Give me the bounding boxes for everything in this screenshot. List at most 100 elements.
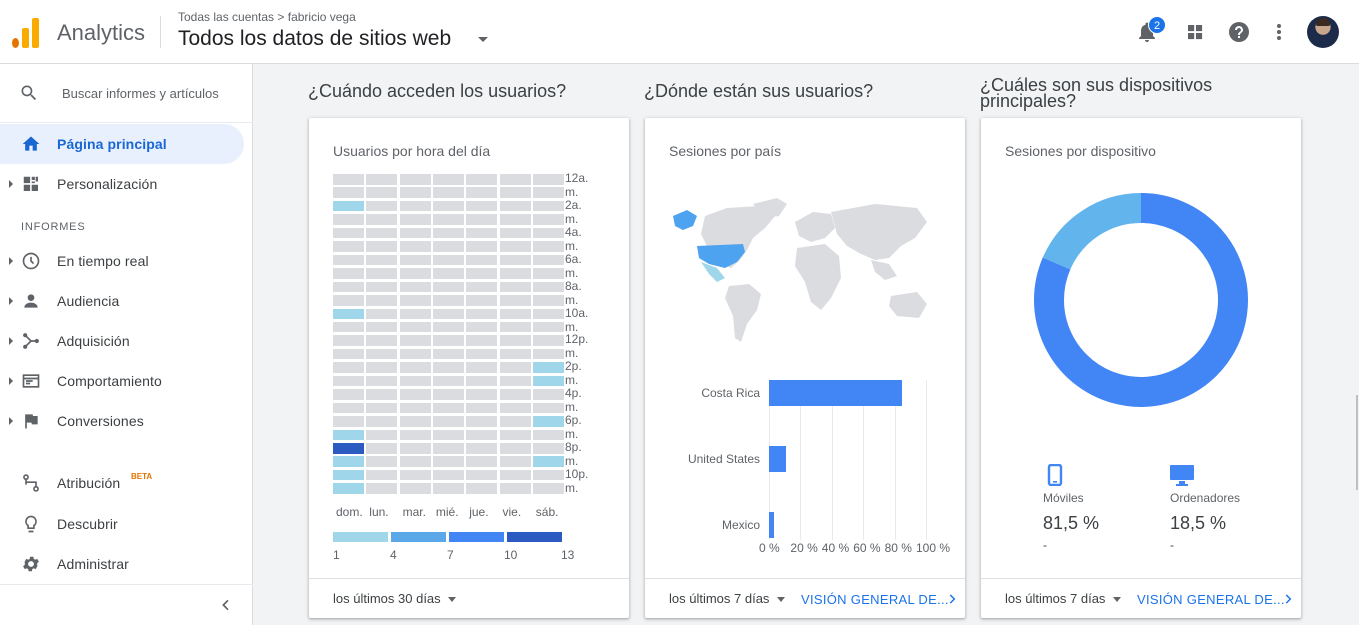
heatmap-cell[interactable] <box>333 200 364 212</box>
sidebar-item-home[interactable]: Página principal <box>0 124 244 164</box>
heatmap-cell[interactable] <box>532 214 564 225</box>
heatmap-cell[interactable] <box>399 483 431 494</box>
heatmap-cell[interactable] <box>532 402 564 414</box>
heatmap-cell[interactable] <box>333 227 364 239</box>
heatmap-cell[interactable] <box>432 295 464 306</box>
heatmap-cell[interactable] <box>466 227 498 239</box>
heatmap-cell[interactable] <box>399 268 431 279</box>
heatmap-cell[interactable] <box>366 362 398 373</box>
heatmap-cell[interactable] <box>466 174 498 185</box>
heatmap-cell[interactable] <box>466 295 498 306</box>
heatmap-cell[interactable] <box>466 200 498 212</box>
heatmap-cell[interactable] <box>333 308 364 319</box>
heatmap-cell[interactable] <box>499 429 531 441</box>
heatmap-cell[interactable] <box>532 469 564 481</box>
heatmap-cell[interactable] <box>366 469 398 481</box>
heatmap-cell[interactable] <box>399 402 431 414</box>
heatmap-cell[interactable] <box>466 429 498 441</box>
expand-arrow-icon[interactable] <box>9 417 13 425</box>
heatmap-cell[interactable] <box>499 402 531 414</box>
heatmap-cell[interactable] <box>333 214 364 225</box>
heatmap-cell[interactable] <box>366 348 398 360</box>
heatmap-cell[interactable] <box>366 429 398 441</box>
heatmap-cell[interactable] <box>532 335 564 346</box>
sidebar-item-attribution[interactable]: Atribución BETA <box>0 463 253 503</box>
sidebar-item-acquisition[interactable]: Adquisición <box>0 321 253 361</box>
heatmap-cell[interactable] <box>399 389 431 400</box>
heatmap-cell[interactable] <box>499 469 531 481</box>
heatmap-cell[interactable] <box>499 214 531 225</box>
chevron-down-icon[interactable] <box>448 597 456 602</box>
search-reports[interactable]: Buscar informes y artículos <box>0 64 253 122</box>
view-selector[interactable]: Todos los datos de sitios web <box>178 27 451 51</box>
scrollbar-thumb[interactable] <box>1356 395 1358 490</box>
heatmap-cell[interactable] <box>432 174 464 185</box>
heatmap-cell[interactable] <box>366 295 398 306</box>
heatmap-cell[interactable] <box>466 469 498 481</box>
heatmap-cell[interactable] <box>432 362 464 373</box>
heatmap-cell[interactable] <box>432 443 464 454</box>
heatmap-cell[interactable] <box>532 483 564 494</box>
country-bar[interactable] <box>769 512 774 538</box>
expand-arrow-icon[interactable] <box>9 257 13 265</box>
heatmap-cell[interactable] <box>399 308 431 319</box>
heatmap-cell[interactable] <box>432 416 464 427</box>
heatmap-cell[interactable] <box>499 362 531 373</box>
heatmap-cell[interactable] <box>466 187 498 198</box>
heatmap-cell[interactable] <box>532 295 564 306</box>
sidebar-item-discover[interactable]: Descubrir <box>0 504 253 544</box>
heatmap-cell[interactable] <box>333 295 364 306</box>
heatmap-cell[interactable] <box>399 335 431 346</box>
heatmap-cell[interactable] <box>532 200 564 212</box>
heatmap-cell[interactable] <box>466 375 498 387</box>
heatmap-cell[interactable] <box>466 483 498 494</box>
heatmap-cell[interactable] <box>499 456 531 467</box>
heatmap-cell[interactable] <box>333 254 364 266</box>
heatmap-cell[interactable] <box>532 348 564 360</box>
sidebar-item-admin[interactable]: Administrar <box>0 544 253 584</box>
heatmap-cell[interactable] <box>466 362 498 373</box>
heatmap-cell[interactable] <box>466 281 498 293</box>
heatmap-cell[interactable] <box>499 321 531 333</box>
heatmap-cell[interactable] <box>532 389 564 400</box>
heatmap-cell[interactable] <box>432 200 464 212</box>
sidebar-item-conversions[interactable]: Conversiones <box>0 401 253 441</box>
heatmap-cell[interactable] <box>432 348 464 360</box>
heatmap-cell[interactable] <box>466 335 498 346</box>
heatmap-cell[interactable] <box>532 443 564 454</box>
heatmap-cell[interactable] <box>466 402 498 414</box>
heatmap-cell[interactable] <box>399 254 431 266</box>
expand-arrow-icon[interactable] <box>9 337 13 345</box>
heatmap-cell[interactable] <box>333 348 364 360</box>
heatmap-cell[interactable] <box>366 268 398 279</box>
expand-arrow-icon[interactable] <box>9 180 13 188</box>
heatmap-cell[interactable] <box>466 443 498 454</box>
heatmap-cell[interactable] <box>499 254 531 266</box>
heatmap-cell[interactable] <box>399 362 431 373</box>
heatmap-cell[interactable] <box>366 174 398 185</box>
heatmap-cell[interactable] <box>366 389 398 400</box>
heatmap-cell[interactable] <box>432 456 464 467</box>
heatmap-cell[interactable] <box>399 469 431 481</box>
heatmap-cell[interactable] <box>366 227 398 239</box>
heatmap-cell[interactable] <box>333 241 364 252</box>
heatmap-cell[interactable] <box>466 348 498 360</box>
heatmap-cell[interactable] <box>333 469 364 481</box>
heatmap-cell[interactable] <box>399 174 431 185</box>
heatmap-cell[interactable] <box>333 483 364 494</box>
heatmap-cell[interactable] <box>499 483 531 494</box>
heatmap-cell[interactable] <box>366 402 398 414</box>
heatmap-cell[interactable] <box>333 375 364 387</box>
heatmap-cell[interactable] <box>432 335 464 346</box>
heatmap-cell[interactable] <box>432 402 464 414</box>
more-vert-icon[interactable] <box>1267 20 1291 44</box>
heatmap-cell[interactable] <box>432 254 464 266</box>
sidebar-item-realtime[interactable]: En tiempo real <box>0 241 253 281</box>
sidebar-item-behavior[interactable]: Comportamiento <box>0 361 253 401</box>
heatmap-cell[interactable] <box>466 321 498 333</box>
heatmap-cell[interactable] <box>532 254 564 266</box>
heatmap-cell[interactable] <box>499 187 531 198</box>
heatmap-cell[interactable] <box>366 241 398 252</box>
heatmap-cell[interactable] <box>532 308 564 319</box>
heatmap-cell[interactable] <box>333 456 364 467</box>
